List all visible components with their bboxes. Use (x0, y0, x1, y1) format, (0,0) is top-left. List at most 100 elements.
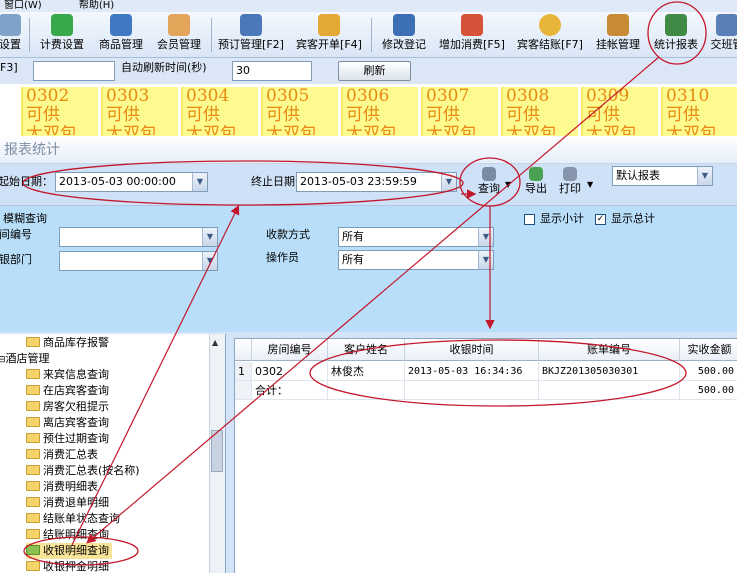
handover-icon (716, 14, 737, 36)
cell-name[interactable]: 林俊杰 (328, 362, 405, 381)
payment-method-select[interactable]: 所有 ▼ (338, 227, 494, 247)
column-header[interactable]: 账单编号 (539, 339, 680, 361)
query-button[interactable]: 查询 (474, 167, 504, 203)
show-total-label: 显示总计 (611, 212, 655, 225)
column-header[interactable]: 客户姓名 (328, 339, 405, 361)
row-index (235, 381, 252, 400)
tree-item[interactable]: 收银押金明细 (26, 559, 109, 573)
folder-icon (26, 561, 40, 571)
checkin-button[interactable]: 宾客开单[F4] (294, 14, 364, 56)
chevron-down-icon[interactable]: ▼ (478, 228, 493, 246)
query-dropdown-icon[interactable]: ▼ (505, 178, 511, 192)
scroll-up-icon[interactable]: ▲ (212, 338, 218, 347)
room-search-input[interactable] (33, 61, 115, 81)
print-dropdown-icon[interactable]: ▼ (587, 178, 593, 192)
room-tile[interactable]: 0302 可供 大双包 (21, 87, 98, 136)
room-tile[interactable]: 0308 可供 大双包 (501, 87, 578, 136)
tree-item[interactable]: 商品库存报警 (26, 335, 109, 351)
end-date-picker[interactable]: 2013-05-03 23:59:59 ▼ (296, 172, 457, 192)
show-subtotal-checkbox[interactable] (524, 214, 535, 225)
product-icon (110, 14, 132, 36)
room-tile[interactable]: 0303 可供 大双包 (101, 87, 178, 136)
tree-item[interactable]: 房客欠租提示 (26, 399, 109, 415)
cell-empty (405, 381, 539, 400)
tree-item[interactable]: 结账明细查询 (26, 527, 109, 543)
tree-item[interactable]: 来宾信息查询 (26, 367, 109, 383)
cell-room[interactable]: 0302 (252, 362, 328, 381)
cell-empty (539, 381, 680, 400)
chevron-down-icon[interactable]: ▼ (202, 252, 217, 270)
column-header[interactable]: 实收金额 (680, 339, 737, 361)
scrollbar-thumb[interactable] (211, 430, 223, 472)
main-toolbar: 设置 计费设置 商品管理 会员管理 预订管理[F2] 宾客开单[F4] 修改登记… (0, 12, 737, 58)
refresh-bar: F3] 自动刷新时间(秒) 30 刷新 (0, 58, 737, 84)
modify-registration-button[interactable]: 修改登记 (378, 14, 430, 56)
tree-item[interactable]: 结账单状态查询 (26, 511, 120, 527)
credit-management-button[interactable]: 挂帐管理 (592, 14, 644, 56)
product-management-button[interactable]: 商品管理 (95, 14, 147, 56)
booking-button[interactable]: 预订管理[F2] (216, 14, 286, 56)
auto-refresh-input[interactable]: 30 (232, 61, 312, 81)
tree-item[interactable]: 消费退单明细 (26, 495, 109, 511)
edit-user-icon (393, 14, 415, 36)
menu-window[interactable]: 窗口(W) (4, 0, 42, 11)
menu-bar: 窗口(W) 帮助(H) (0, 0, 737, 12)
export-button[interactable]: 导出 (522, 167, 550, 203)
report-grid: 房间编号 客户姓名 收银时间 账单编号 实收金额 1 0302 林俊杰 2013… (234, 338, 737, 573)
report-panel-title: 报表统计 (0, 136, 737, 164)
cell-empty (328, 381, 405, 400)
chevron-down-icon[interactable]: ▼ (478, 251, 493, 269)
toolbar-separator (29, 18, 30, 52)
tree-scrollbar[interactable]: ▲ (209, 334, 225, 573)
report-type-select[interactable]: 默认报表 ▼ (612, 166, 713, 186)
cashier-dept-select[interactable]: ▼ (59, 251, 218, 271)
menu-help[interactable]: 帮助(H) (79, 0, 114, 11)
column-header[interactable]: 收银时间 (405, 339, 539, 361)
statistics-report-button[interactable]: 统计报表 (650, 14, 702, 56)
total-label: 合计： (252, 381, 328, 400)
cell-amount[interactable]: 500.00 (680, 362, 737, 381)
settings-button[interactable]: 设置 (0, 14, 24, 56)
folder-icon (26, 529, 40, 539)
shift-handover-button[interactable]: 交班管 (707, 14, 737, 56)
chevron-down-icon[interactable]: ▼ (441, 173, 456, 191)
operator-select[interactable]: 所有 ▼ (338, 250, 494, 270)
member-management-button[interactable]: 会员管理 (153, 14, 205, 56)
folder-icon (26, 401, 40, 411)
tree-item[interactable]: 预住过期查询 (26, 431, 109, 447)
tree-item[interactable]: 离店宾客查询 (26, 415, 109, 431)
bar-chart-icon (665, 14, 687, 36)
tree-item[interactable]: 消费汇总表 (26, 447, 98, 463)
room-tile[interactable]: 0310 可供 大双包 (661, 87, 737, 136)
tree-group-hotel[interactable]: ⊟酒店管理 (0, 351, 50, 367)
print-button[interactable]: 打印 (556, 167, 584, 203)
show-total-checkbox[interactable]: ✓ (595, 214, 606, 225)
billing-settings-button[interactable]: 计费设置 (36, 14, 88, 56)
start-date-label: 起始日期： (0, 175, 53, 188)
room-tile[interactable]: 0304 可供 大双包 (181, 87, 258, 136)
add-consumption-button[interactable]: 增加消费[F5] (436, 14, 508, 56)
cell-time[interactable]: 2013-05-03 16:34:36 (405, 362, 539, 381)
tree-item[interactable]: 消费汇总表(按名称) (26, 463, 140, 479)
cell-bill[interactable]: BKJZ201305030301 (539, 362, 680, 381)
chevron-down-icon[interactable]: ▼ (202, 228, 217, 246)
settings-icon (0, 14, 21, 36)
column-header[interactable]: 房间编号 (252, 339, 328, 361)
room-tile[interactable]: 0307 可供 大双包 (421, 87, 498, 136)
room-number-select[interactable]: ▼ (59, 227, 218, 247)
room-tile[interactable]: 0309 可供 大双包 (581, 87, 658, 136)
checkout-button[interactable]: 宾客结账[F7] (514, 14, 586, 56)
room-tile[interactable]: 0305 可供 大双包 (261, 87, 338, 136)
chevron-down-icon[interactable]: ▼ (192, 173, 207, 191)
tree-item-selected[interactable]: 收银明细查询 (26, 543, 112, 559)
money-bag-icon (607, 14, 629, 36)
export-icon (529, 167, 543, 181)
refresh-button[interactable]: 刷新 (338, 61, 411, 81)
start-date-picker[interactable]: 2013-05-03 00:00:00 ▼ (55, 172, 208, 192)
tree-item[interactable]: 消费明细表 (26, 479, 98, 495)
report-tree: 商品库存报警 ⊟酒店管理 来宾信息查询 在店宾客查询 房客欠租提示 离店宾客查询… (0, 334, 226, 573)
auto-refresh-label: 自动刷新时间(秒) (121, 61, 207, 74)
room-tile[interactable]: 0306 可供 大双包 (341, 87, 418, 136)
tree-item[interactable]: 在店宾客查询 (26, 383, 109, 399)
chevron-down-icon[interactable]: ▼ (697, 167, 712, 185)
